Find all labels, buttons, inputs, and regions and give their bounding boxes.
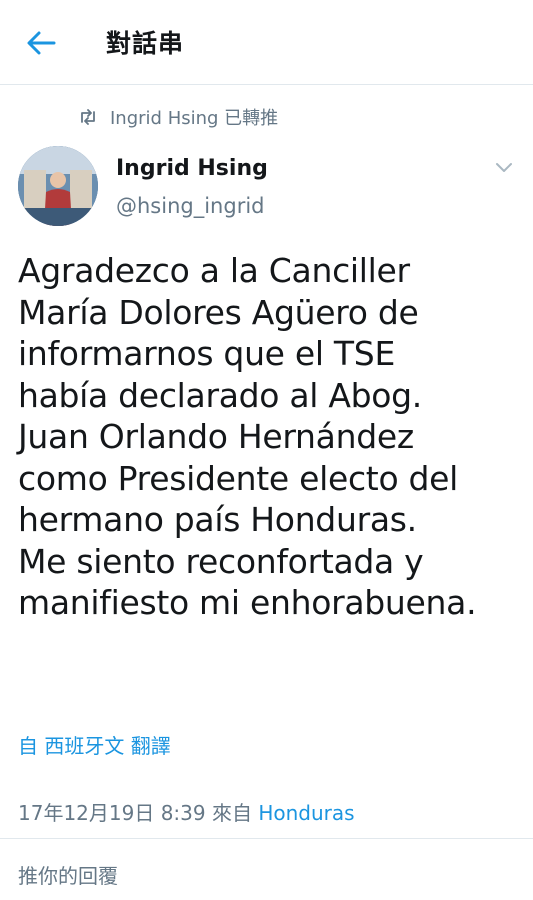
retweet-context[interactable]: Ingrid Hsing 已轉推 [78,104,278,130]
tweet-timestamp: 17年12月19日 8:39 來自 [18,801,259,825]
divider [0,838,533,839]
arrow-left-icon [27,31,56,55]
tweet-source-link[interactable]: Honduras [258,801,354,825]
more-options-button[interactable] [494,160,518,180]
chevron-down-icon [496,163,512,172]
avatar[interactable] [18,146,98,226]
translate-link[interactable]: 自 西班牙文 翻譯 [18,730,171,759]
author-handle[interactable]: @hsing_ingrid [116,194,265,218]
page-title: 對話串 [106,29,185,58]
reply-input[interactable]: 推你的回覆 [18,860,498,889]
retweet-icon [81,109,95,125]
top-bar: 對話串 [0,0,533,85]
back-button[interactable] [22,26,60,60]
tweet-text: Agradezco a la Canciller María Dolores A… [18,251,477,622]
retweet-label: Ingrid Hsing 已轉推 [110,108,279,129]
author-name[interactable]: Ingrid Hsing [116,156,268,181]
tweet-meta: 17年12月19日 8:39 來自 Honduras [18,797,355,826]
avatar-image [18,146,98,226]
